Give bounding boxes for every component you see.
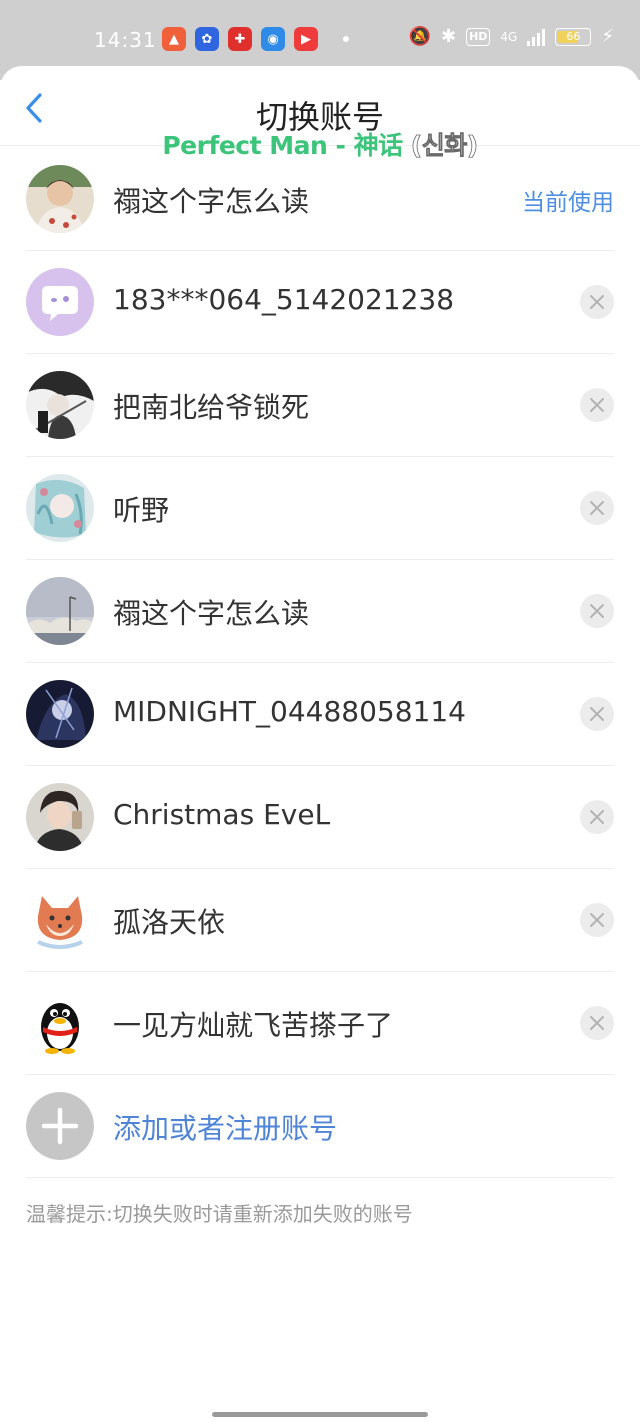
remove-account-button[interactable]: [580, 491, 614, 525]
remove-account-button[interactable]: [580, 697, 614, 731]
account-name: 听野: [113, 494, 170, 527]
account-row[interactable]: 听野: [26, 457, 614, 560]
account-name: 把南北给爷锁死: [113, 391, 310, 424]
avatar: [26, 268, 94, 336]
more-notifications-dot: [343, 36, 349, 42]
add-account-label: 添加或者注册账号: [113, 1112, 338, 1145]
remove-account-button[interactable]: [580, 903, 614, 937]
account-row-current[interactable]: 禤这个字怎么读 当前使用: [26, 148, 614, 251]
account-row[interactable]: MIDNIGHT_04488058114: [26, 663, 614, 766]
charging-icon: ⚡: [601, 26, 614, 47]
account-list: 禤这个字怎么读 当前使用 183***064_5142021238 把南北给爷锁…: [0, 148, 640, 1178]
home-indicator[interactable]: [212, 1412, 428, 1417]
tip-text: 温馨提示:切换失败时请重新添加失败的账号: [26, 1202, 413, 1226]
remove-account-button[interactable]: [580, 388, 614, 422]
avatar: [26, 371, 94, 439]
battery-icon: 66: [555, 27, 592, 46]
status-time: 14:31: [94, 28, 157, 52]
gallery-app-icon: ▲: [162, 27, 186, 51]
remove-account-button[interactable]: [580, 594, 614, 628]
account-name: 183***064_5142021238: [113, 283, 455, 316]
network-type-label: 4G: [500, 29, 518, 44]
add-account-button[interactable]: 添加或者注册账号: [26, 1075, 614, 1178]
avatar: [26, 989, 94, 1057]
signal-icon: [527, 28, 546, 46]
account-row[interactable]: 禤这个字怎么读: [26, 560, 614, 663]
avatar: [26, 577, 94, 645]
avatar: [26, 474, 94, 542]
battery-level: 66: [566, 29, 581, 43]
avatar: [26, 886, 94, 954]
hd-icon: HD: [466, 27, 491, 46]
account-row[interactable]: Christmas EveL: [26, 766, 614, 869]
avatar: [26, 783, 94, 851]
system-status: 🔕 ✱ HD 4G 66 ⚡: [409, 26, 614, 47]
baidu-app-icon: ✿: [195, 27, 219, 51]
account-name: 禤这个字怎么读: [113, 597, 310, 630]
account-name: MIDNIGHT_04488058114: [113, 695, 466, 728]
notification-icons: ▲ ✿ ✚ ◉ ▶: [162, 27, 349, 51]
account-name: 孤洛天依: [113, 906, 226, 939]
account-row[interactable]: 183***064_5142021238: [26, 251, 614, 354]
account-name: 禤这个字怎么读: [113, 185, 310, 218]
account-row[interactable]: 把南北给爷锁死: [26, 354, 614, 457]
remove-account-button[interactable]: [580, 800, 614, 834]
account-name: Christmas EveL: [113, 798, 331, 831]
red-app-icon: ✚: [228, 27, 252, 51]
remove-account-button[interactable]: [580, 1006, 614, 1040]
bluetooth-icon: ✱: [440, 26, 457, 47]
account-row[interactable]: 一见方灿就飞苦搽子了: [26, 972, 614, 1075]
avatar: [26, 680, 94, 748]
account-row[interactable]: 孤洛天依: [26, 869, 614, 972]
mute-bell-icon: 🔕: [408, 26, 431, 47]
remove-account-button[interactable]: [580, 285, 614, 319]
account-name: 一见方灿就飞苦搽子了: [113, 1009, 394, 1042]
video-app-icon: ▶: [294, 27, 318, 51]
browser-app-icon: ◉: [261, 27, 285, 51]
add-plus-icon: [26, 1092, 94, 1160]
current-account-label: 当前使用: [522, 190, 614, 216]
avatar: [26, 165, 94, 233]
